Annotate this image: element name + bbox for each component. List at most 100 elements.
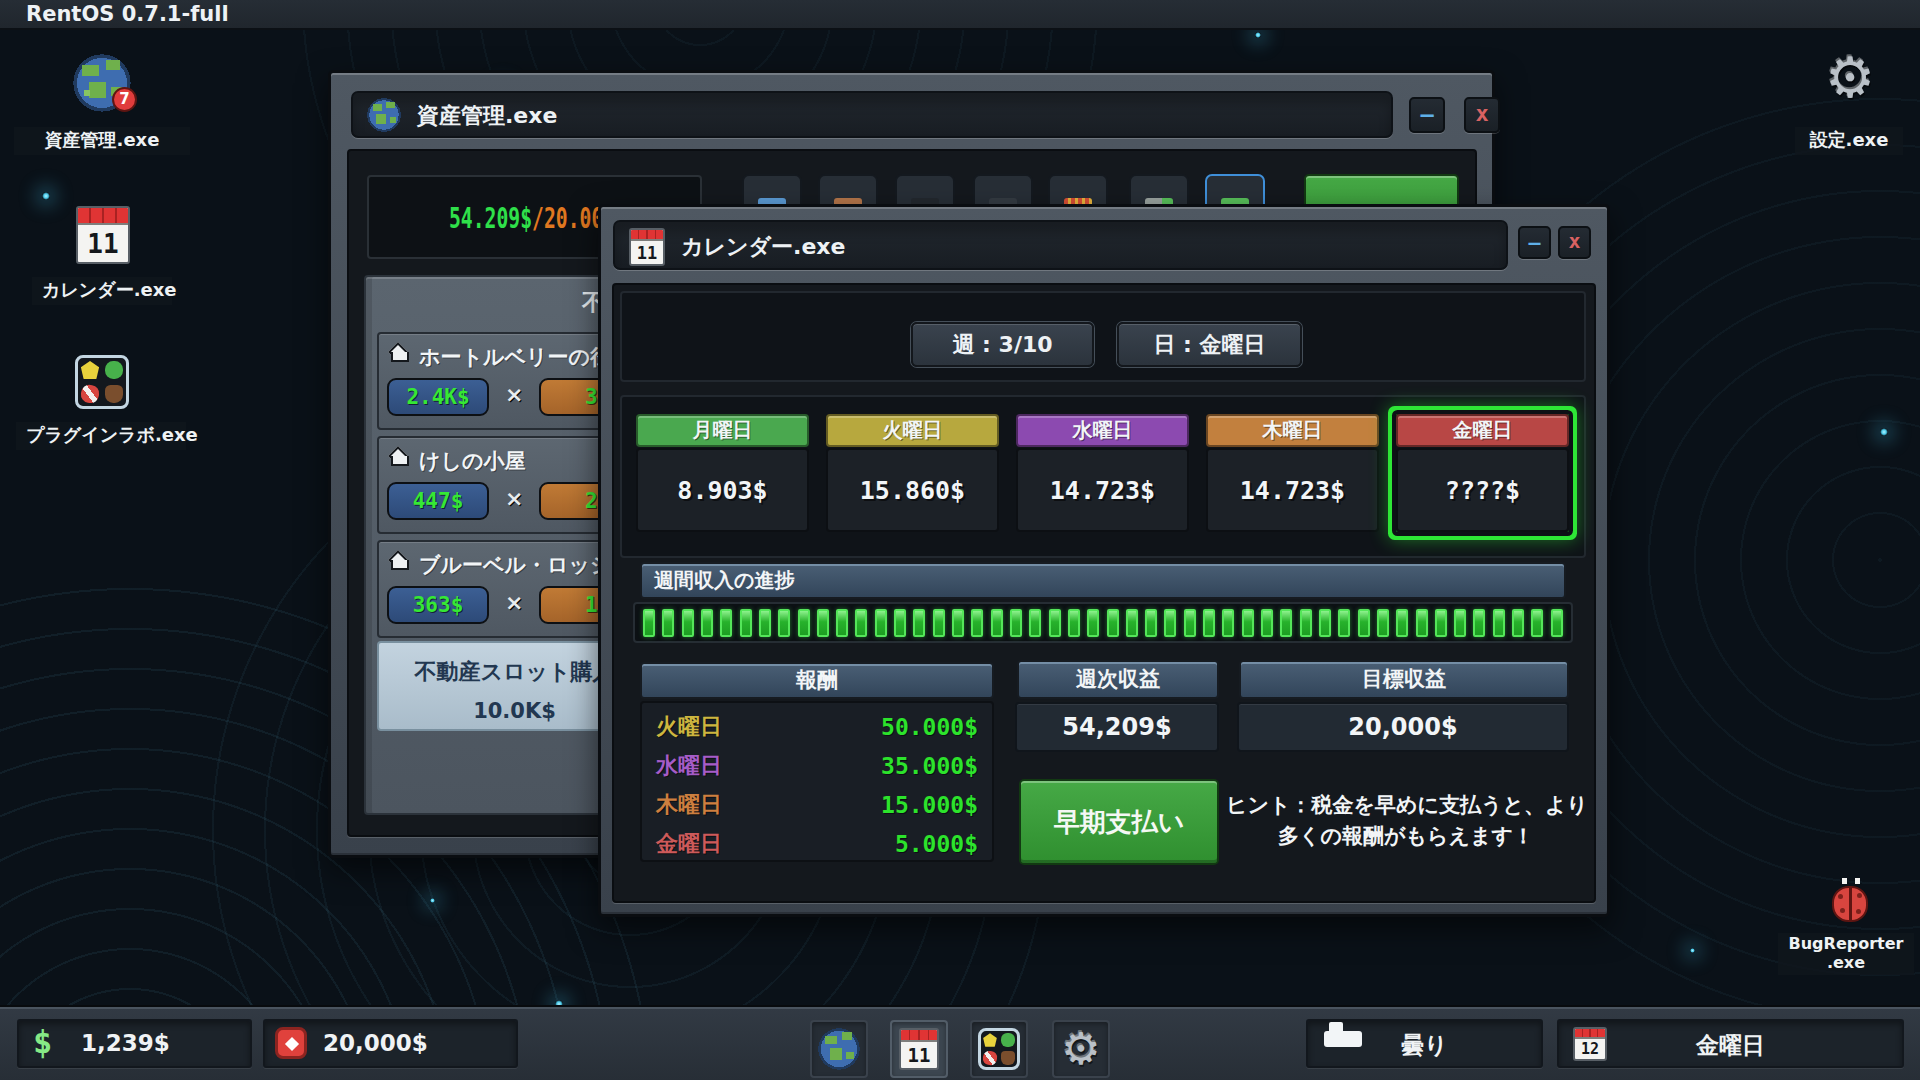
desktop-icon-calendar-label[interactable]: カレンダー.exe	[32, 277, 172, 305]
rewards-table: 火曜日 50.000$ 水曜日 35.000$ 木曜日 15.000$ 金曜日 …	[640, 701, 994, 862]
house-icon	[389, 446, 411, 468]
day-card-wednesday[interactable]: 水曜日 14.723$	[1016, 414, 1189, 532]
progress-segment	[778, 609, 790, 637]
dollar-icon: $	[33, 1023, 52, 1061]
pay-early-button[interactable]: 早期支払い	[1019, 779, 1219, 865]
money-value: 1,239$	[81, 1030, 170, 1056]
desktop-icon-settings-label[interactable]: 設定.exe	[1795, 127, 1903, 155]
reward-amount: 15.000$	[881, 792, 978, 818]
balance-current: 54.209$	[449, 201, 532, 235]
desktop-icon-asset[interactable]: 7	[73, 52, 131, 114]
day-card-monday[interactable]: 月曜日 8.903$	[636, 414, 809, 532]
day-card-header: 火曜日	[826, 414, 999, 447]
progress-segment	[817, 609, 829, 637]
asset-minimize-button[interactable]: –	[1409, 97, 1445, 133]
calendar-minimize-button[interactable]: –	[1518, 226, 1551, 259]
hint-line1: ヒント：税金を早めに支払うと、より	[1226, 790, 1586, 821]
day-card-friday[interactable]: 金曜日 ????$	[1396, 414, 1569, 532]
desktop-icon-plugin-label[interactable]: プラグインラボ.exe	[16, 422, 186, 450]
taskbar-app-asset[interactable]	[810, 1020, 868, 1078]
progress-segment	[759, 609, 771, 637]
calendar-icon: 11	[76, 206, 130, 264]
reward-row: 水曜日 35.000$	[642, 746, 992, 785]
reward-amount: 50.000$	[881, 714, 978, 740]
target-value: 20,000$	[1237, 702, 1569, 752]
progress-segment	[682, 609, 694, 637]
calendar-window: 11 カレンダー.exe – x 週 : 3/10 日 : 金曜日 月曜日 8.…	[598, 204, 1610, 917]
progress-segment	[971, 609, 983, 637]
weekly-header: 週次収益	[1017, 660, 1219, 699]
progress-segment	[1531, 609, 1543, 637]
money-chip: $ 1,239$	[17, 1019, 252, 1068]
bug-label-line2: .exe	[1788, 953, 1904, 972]
progress-segment	[1242, 609, 1254, 637]
progress-segment	[1068, 609, 1080, 637]
progress-segment	[1029, 609, 1041, 637]
target-header: 目標収益	[1239, 660, 1569, 699]
calendar-window-title: カレンダー.exe	[681, 232, 845, 262]
taskbar-app-settings[interactable]: ⚙	[1052, 1020, 1110, 1078]
calendar-close-button[interactable]: x	[1558, 226, 1591, 259]
notification-badge: 7	[112, 87, 137, 112]
day-button[interactable]: 日 : 金曜日	[1117, 322, 1302, 367]
gear-icon: ⚙	[1061, 1027, 1100, 1071]
bug-label-line1: BugReporter	[1788, 934, 1904, 953]
calendar-window-titlebar[interactable]: 11 カレンダー.exe	[613, 220, 1508, 270]
day-card-tuesday[interactable]: 火曜日 15.860$	[826, 414, 999, 532]
times-label: ×	[505, 590, 523, 615]
progress-segment	[1338, 609, 1350, 637]
asset-window-titlebar[interactable]: 資産管理.exe	[351, 91, 1393, 138]
desktop-icon-bugreporter[interactable]	[1832, 878, 1870, 928]
property-panel: 不動産 ホートルベリーの径 2.4K$ × 3 けしの小屋 447$ × 2	[364, 275, 607, 815]
reward-amount: 5.000$	[895, 831, 978, 857]
progress-segment	[1493, 609, 1505, 637]
goal-chip: 20,000$	[263, 1019, 518, 1068]
gear-icon: ⚙	[1822, 50, 1878, 106]
desktop-icon-settings[interactable]: ⚙	[1822, 50, 1878, 110]
property-price-button[interactable]: 447$	[387, 482, 489, 520]
desktop-icon-calendar[interactable]: 11	[76, 206, 130, 264]
property-name: ホートルベリーの径	[419, 343, 611, 371]
progress-segment	[1551, 609, 1563, 637]
balance-target: /20.00	[532, 201, 603, 235]
asset-close-button[interactable]: x	[1464, 97, 1500, 133]
day-card-value: 8.903$	[636, 448, 809, 532]
desktop-icon-bugreporter-label[interactable]: BugReporter .exe	[1778, 933, 1914, 975]
property-price-button[interactable]: 2.4K$	[387, 378, 489, 416]
progress-segment	[1010, 609, 1022, 637]
goal-value: 20,000$	[323, 1030, 428, 1056]
taskbar-app-calendar[interactable]: 11	[890, 1020, 948, 1078]
weather-chip: 曇り	[1306, 1019, 1543, 1068]
desktop-icon-plugin[interactable]	[75, 355, 129, 409]
taskbar-app-plugin[interactable]	[970, 1020, 1028, 1078]
day-card-thursday[interactable]: 木曜日 14.723$	[1206, 414, 1379, 532]
desktop-icon-asset-label[interactable]: 資産管理.exe	[14, 127, 190, 155]
progress-segment	[1145, 609, 1157, 637]
weekday-chip: 12 金曜日	[1557, 1019, 1904, 1068]
weekday-value: 金曜日	[1559, 1030, 1902, 1061]
progress-segment	[1049, 609, 1061, 637]
progress-bar	[633, 602, 1573, 643]
day-card-header: 木曜日	[1206, 414, 1379, 447]
progress-segment	[855, 609, 867, 637]
reward-row: 金曜日 5.000$	[642, 824, 992, 863]
progress-segment	[662, 609, 674, 637]
progress-segment	[720, 609, 732, 637]
progress-segment	[991, 609, 1003, 637]
weekly-value: 54,209$	[1015, 702, 1219, 752]
progress-segment	[913, 609, 925, 637]
property-price-button[interactable]: 363$	[387, 586, 489, 624]
progress-segment	[1087, 609, 1099, 637]
property-name: ブルーベル・ロッジ	[419, 551, 611, 579]
progress-segment	[1435, 609, 1447, 637]
day-card-header: 月曜日	[636, 414, 809, 447]
week-button[interactable]: 週 : 3/10	[911, 322, 1094, 367]
day-card-value: 14.723$	[1016, 448, 1189, 532]
plugin-grid-icon	[978, 1028, 1020, 1070]
progress-segment	[1358, 609, 1370, 637]
reward-row: 火曜日 50.000$	[642, 707, 992, 746]
progress-segment	[1512, 609, 1524, 637]
desktop: RentOS 0.7.1-full 7 資産管理.exe 11 カレンダー.ex…	[0, 0, 1920, 1080]
reward-day: 火曜日	[656, 712, 722, 742]
rewards-header: 報酬	[640, 662, 994, 699]
